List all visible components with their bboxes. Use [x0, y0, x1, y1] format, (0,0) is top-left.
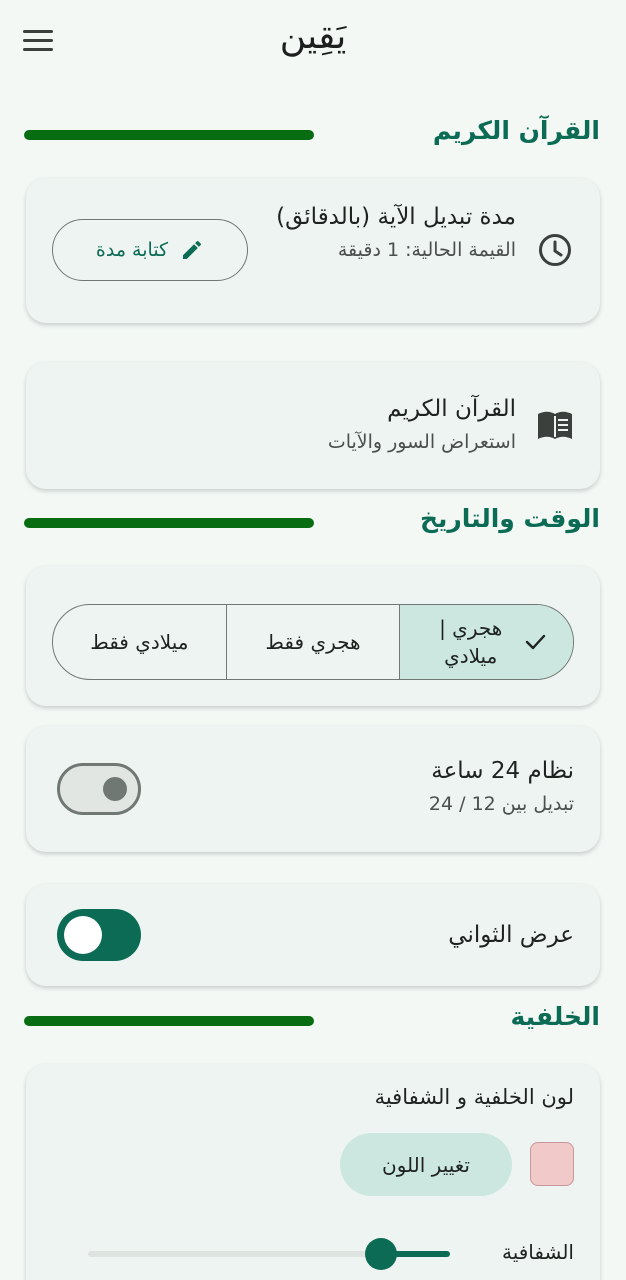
date-mode-card: ميلادي فقط هجري فقط هجري | ميلادي — [26, 566, 600, 706]
clock-24h-subtitle: تبديل بين 12 / 24 — [428, 793, 574, 815]
segment-hijri-gregorian-label: هجري | ميلادي — [439, 616, 503, 668]
background-card: لون الخلفية و الشفافية تغيير اللون الشفا… — [26, 1064, 600, 1280]
show-seconds-card: عرض الثواني — [26, 884, 600, 986]
write-duration-label: كتابة مدة — [95, 239, 169, 261]
toggle-knob — [103, 777, 127, 801]
slider-thumb[interactable] — [365, 1238, 398, 1270]
section-header-background: الخلفية — [24, 1002, 600, 1042]
section-header-time: الوقت والتاريخ — [24, 504, 600, 544]
clock-icon — [539, 234, 571, 266]
show-seconds-toggle[interactable] — [57, 909, 141, 961]
opacity-slider[interactable] — [88, 1236, 450, 1272]
change-color-button[interactable]: تغيير اللون — [340, 1133, 512, 1196]
change-color-label: تغيير اللون — [382, 1152, 470, 1177]
app-bar: يَقِين — [0, 0, 626, 84]
section-title-time: الوقت والتاريخ — [419, 504, 600, 533]
date-mode-segmented-control: ميلادي فقط هجري فقط هجري | ميلادي — [52, 604, 574, 680]
opacity-label: الشفافية — [501, 1240, 574, 1264]
quran-browse-subtitle: استعراض السور والآيات — [327, 431, 516, 453]
slider-track — [88, 1251, 382, 1257]
section-divider — [24, 1016, 314, 1026]
color-swatch[interactable] — [530, 1142, 574, 1186]
pencil-icon — [183, 240, 202, 259]
section-header-quran: القرآن الكريم — [24, 116, 600, 156]
section-divider — [24, 130, 314, 140]
clock-24h-toggle[interactable] — [57, 763, 141, 815]
quran-browse-title: القرآن الكريم — [387, 396, 516, 422]
toggle-knob — [64, 916, 102, 954]
show-seconds-title: عرض الثواني — [448, 922, 574, 948]
verse-interval-title: مدة تبديل الآية (بالدقائق) — [276, 204, 516, 230]
background-title: لون الخلفية و الشفافية — [374, 1085, 574, 1109]
section-title-background: الخلفية — [510, 1002, 600, 1031]
segment-hijri-gregorian[interactable]: هجري | ميلادي — [399, 605, 573, 679]
clock-24h-title: نظام 24 ساعة — [431, 758, 574, 784]
section-title-quran: القرآن الكريم — [432, 116, 600, 145]
book-icon — [538, 411, 572, 439]
segment-hijri-only-label: هجري فقط — [265, 630, 361, 654]
check-icon — [525, 634, 545, 650]
verse-interval-current-value: القيمة الحالية: 1 دقيقة — [337, 239, 516, 261]
app-title: يَقِين — [279, 16, 347, 57]
segment-gregorian-only[interactable]: ميلادي فقط — [53, 605, 226, 679]
segment-hijri-only[interactable]: هجري فقط — [225, 605, 400, 679]
segment-gregorian-only-label: ميلادي فقط — [90, 630, 189, 654]
section-divider — [24, 518, 314, 528]
verse-interval-card: مدة تبديل الآية (بالدقائق) القيمة الحالي… — [26, 178, 600, 323]
write-duration-button[interactable]: كتابة مدة — [52, 219, 248, 281]
quran-browse-card[interactable]: القرآن الكريم استعراض السور والآيات — [26, 362, 600, 489]
clock-24h-card: نظام 24 ساعة تبديل بين 12 / 24 — [26, 726, 600, 852]
